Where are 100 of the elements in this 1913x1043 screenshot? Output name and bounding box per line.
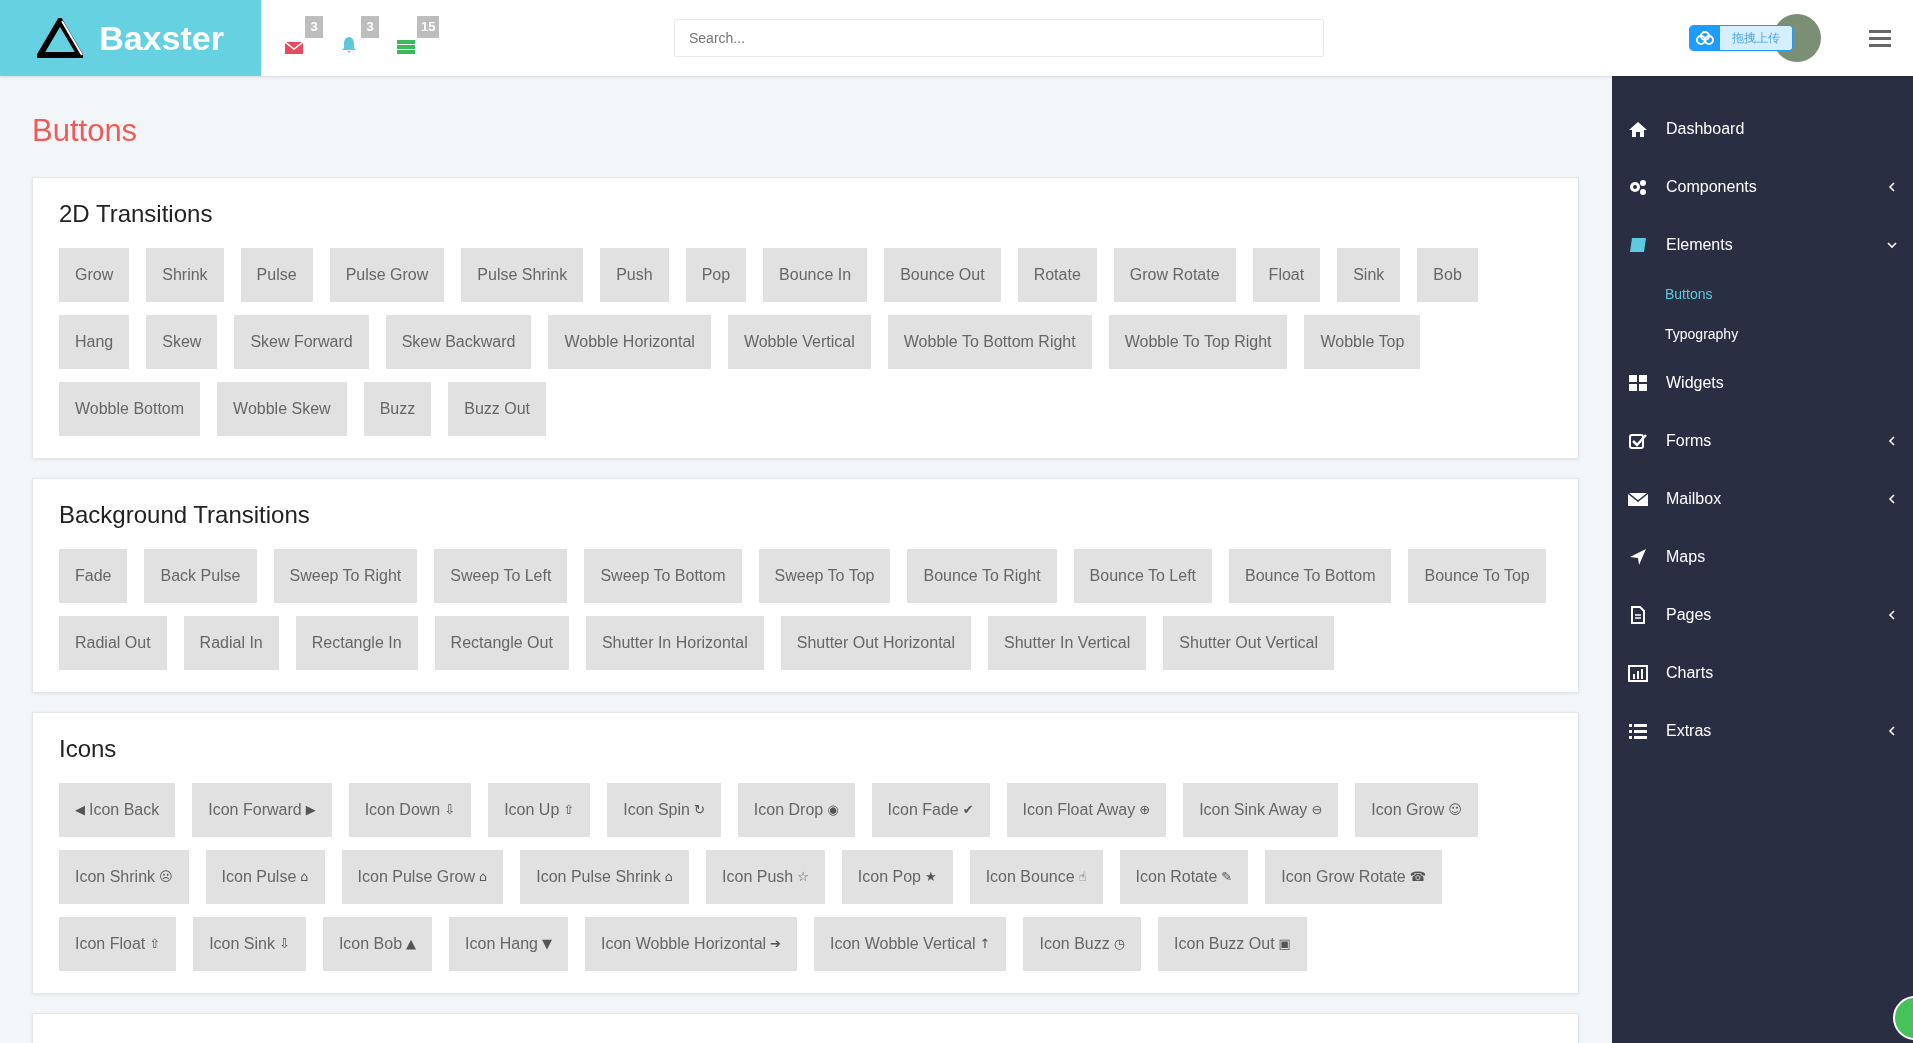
button-icon: ⌂ (479, 866, 488, 887)
demo-button[interactable]: Wobble Bottom (59, 381, 201, 436)
demo-button[interactable]: Float (1252, 247, 1321, 302)
demo-button[interactable]: Icon Push ☆ (706, 849, 825, 904)
demo-button[interactable]: Rotate (1017, 247, 1097, 302)
sidebar-item[interactable]: Charts (1612, 644, 1913, 702)
demo-button[interactable]: Icon Wobble Horizontal ➔ (585, 916, 797, 971)
demo-button[interactable]: Shrink (146, 247, 224, 302)
sidebar-subitem[interactable]: Buttons (1612, 274, 1913, 314)
sidebar-item[interactable]: Forms (1612, 412, 1913, 470)
demo-button[interactable]: Grow (59, 247, 130, 302)
demo-button[interactable]: Wobble Horizontal (548, 314, 711, 369)
demo-button[interactable]: Sweep To Top (758, 548, 891, 603)
demo-button[interactable]: Pop (685, 247, 747, 302)
menu-icon[interactable] (1869, 29, 1891, 48)
demo-button[interactable]: Bob (1417, 247, 1478, 302)
demo-button[interactable]: Icon Pop ★ (841, 849, 953, 904)
sidebar-item[interactable]: Widgets (1612, 354, 1913, 412)
sidebar-subitem[interactable]: Typography (1612, 314, 1913, 354)
demo-button[interactable]: Hang (59, 314, 130, 369)
demo-button[interactable]: Icon Up ⇧ (488, 782, 591, 837)
demo-button[interactable]: Back Pulse (144, 548, 257, 603)
button-icon: ⊖ (1311, 799, 1323, 820)
demo-button[interactable]: Radial Out (59, 615, 167, 670)
demo-button[interactable]: Icon Hang ▼ (449, 916, 568, 971)
sidebar-item[interactable]: Extras (1612, 702, 1913, 760)
sidebar-item[interactable]: Mailbox (1612, 470, 1913, 528)
demo-button[interactable]: Icon Float Away ⊕ (1006, 782, 1167, 837)
list-icon (1628, 722, 1648, 740)
button-icon: ⇧ (149, 933, 161, 954)
demo-button[interactable]: Bounce To Right (907, 548, 1057, 603)
demo-button[interactable]: Skew (146, 314, 218, 369)
demo-button[interactable]: Pulse Shrink (461, 247, 584, 302)
sidebar-item[interactable]: Pages (1612, 586, 1913, 644)
demo-button[interactable]: Sweep To Bottom (584, 548, 742, 603)
demo-button[interactable]: Sweep To Left (434, 548, 568, 603)
demo-button[interactable]: Icon Pulse Shrink ⌂ (520, 849, 690, 904)
demo-button[interactable]: Icon Float ⇧ (59, 916, 177, 971)
demo-button[interactable]: Icon Pulse Grow ⌂ (341, 849, 504, 904)
demo-button[interactable]: Icon Wobble Vertical ↑ (814, 916, 1007, 971)
demo-button[interactable]: Bounce To Left (1073, 548, 1213, 603)
demo-button[interactable]: Icon Buzz Out ▣ (1158, 916, 1307, 971)
demo-button[interactable]: Shutter In Vertical (988, 615, 1147, 670)
button-icon: ☆ (797, 866, 809, 887)
demo-button[interactable]: Icon Buzz ◷ (1023, 916, 1142, 971)
demo-button[interactable]: ◀ Icon Back (59, 782, 176, 837)
demo-button[interactable]: Pulse Grow (329, 247, 445, 302)
demo-button[interactable]: Icon Bounce ☝ (969, 849, 1103, 904)
button-icon: ★ (925, 866, 937, 887)
demo-button[interactable]: Rectangle Out (434, 615, 569, 670)
demo-button[interactable]: Wobble Skew (217, 381, 347, 436)
demo-button[interactable]: Bounce Out (884, 247, 1001, 302)
demo-button[interactable]: Icon Spin ↻ (607, 782, 721, 837)
button-icon: ⇩ (279, 933, 290, 954)
demo-button[interactable]: Wobble Top (1304, 314, 1421, 369)
demo-button[interactable]: Shutter Out Horizontal (780, 615, 972, 670)
demo-button[interactable]: Icon Grow ☺ (1355, 782, 1478, 837)
demo-button[interactable]: Icon Forward ▶ (192, 782, 332, 837)
demo-button[interactable]: Icon Down ⇩ (348, 782, 472, 837)
demo-button[interactable]: Icon Sink ⇩ (193, 916, 306, 971)
button-icon: ✔ (962, 799, 974, 820)
demo-button[interactable]: Icon Shrink ☹ (59, 849, 189, 904)
button-icon: ▣ (1278, 933, 1291, 954)
sidebar-item[interactable]: Elements (1612, 216, 1913, 274)
demo-button[interactable]: Sweep To Right (273, 548, 418, 603)
sidebar-item[interactable]: Components (1612, 158, 1913, 216)
demo-button[interactable]: Wobble Vertical (727, 314, 871, 369)
demo-button[interactable]: Radial In (183, 615, 279, 670)
demo-button[interactable]: Icon Rotate ✎ (1119, 849, 1249, 904)
demo-button[interactable]: Pulse (240, 247, 313, 302)
demo-button[interactable]: Buzz Out (448, 381, 546, 436)
demo-button[interactable]: Fade (59, 548, 128, 603)
sidebar-item[interactable]: Maps (1612, 528, 1913, 586)
button-icon: ✎ (1221, 866, 1233, 887)
demo-button[interactable]: Skew Forward (234, 314, 369, 369)
demo-button[interactable]: Bounce To Bottom (1229, 548, 1392, 603)
button-icon: ↻ (693, 799, 705, 820)
demo-button[interactable]: Shutter In Horizontal (585, 615, 764, 670)
demo-button[interactable]: Icon Bob ▲ (322, 916, 433, 971)
demo-button[interactable]: Icon Grow Rotate ☎ (1265, 849, 1442, 904)
section-title: Background Transitions (59, 499, 311, 530)
demo-button[interactable]: Icon Drop ◉ (737, 782, 855, 837)
demo-button[interactable]: Push (600, 247, 669, 302)
demo-button[interactable]: Sink (1337, 247, 1401, 302)
demo-button[interactable]: Shutter Out Vertical (1163, 615, 1335, 670)
upload-widget[interactable]: 拖拽上传 (1689, 25, 1793, 51)
demo-button[interactable]: Icon Fade ✔ (871, 782, 990, 837)
demo-button[interactable]: Icon Pulse ⌂ (205, 849, 325, 904)
sidebar-item[interactable]: Dashboard (1612, 100, 1913, 158)
demo-button[interactable]: Wobble To Bottom Right (887, 314, 1092, 369)
demo-button[interactable]: Bounce To Top (1408, 548, 1546, 603)
demo-button[interactable]: Wobble To Top Right (1108, 314, 1288, 369)
demo-button[interactable]: Icon Sink Away ⊖ (1183, 782, 1339, 837)
demo-button[interactable]: Rectangle In (295, 615, 418, 670)
search-field[interactable]: Search... (674, 19, 1324, 57)
demo-button[interactable]: Skew Backward (385, 314, 532, 369)
demo-button[interactable]: Bounce In (763, 247, 868, 302)
grid-icon (1628, 374, 1648, 392)
demo-button[interactable]: Buzz (363, 381, 432, 436)
demo-button[interactable]: Grow Rotate (1113, 247, 1236, 302)
